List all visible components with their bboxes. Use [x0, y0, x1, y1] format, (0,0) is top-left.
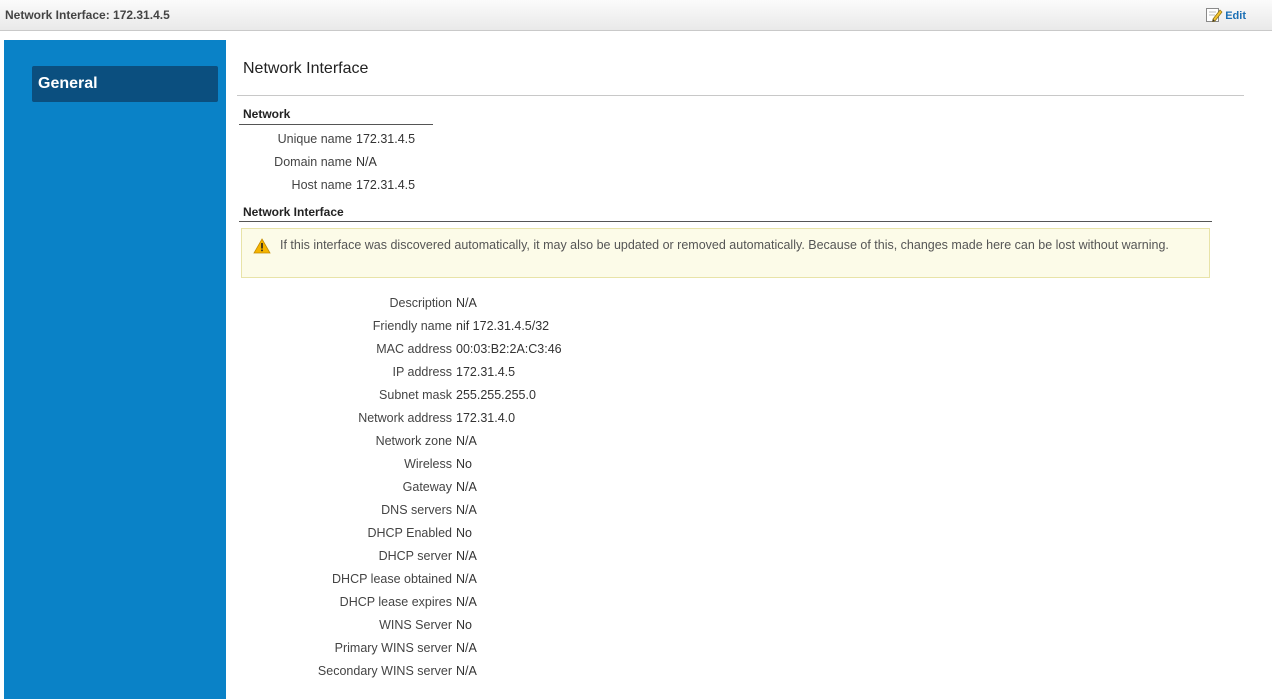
edit-button[interactable]: Edit: [1205, 7, 1246, 25]
field-value: N/A: [456, 503, 477, 517]
field-label: Description: [389, 296, 452, 310]
warning-icon: [253, 238, 271, 254]
warning-message: If this interface was discovered automat…: [280, 238, 1169, 252]
title-bar: Network Interface: 172.31.4.5 Edit: [0, 0, 1272, 31]
field-value: N/A: [456, 434, 477, 448]
field-label: WINS Server: [379, 618, 452, 632]
field-value: No: [456, 618, 472, 632]
field-value: N/A: [456, 549, 477, 563]
field-label: Secondary WINS server: [317, 664, 452, 678]
field-label: Primary WINS server: [334, 641, 452, 655]
field-value: nif 172.31.4.5/32: [456, 319, 550, 333]
sidebar-item-label: General: [38, 75, 98, 92]
field-label: DHCP Enabled: [367, 526, 452, 540]
field-label: IP address: [392, 365, 452, 379]
field-value: No: [456, 457, 472, 471]
field-label: DHCP lease expires: [339, 595, 452, 609]
field-value: 00:03:B2:2A:C3:46: [456, 342, 562, 356]
field-label: Network address: [358, 411, 452, 425]
field-value: N/A: [456, 641, 477, 655]
field-value: N/A: [456, 664, 477, 678]
field-value: No: [456, 526, 472, 540]
section-divider-network-interface: [239, 221, 1212, 222]
field-value: 172.31.4.0: [456, 411, 516, 425]
warning-banner: If this interface was discovered automat…: [241, 228, 1210, 278]
field-label: Network zone: [375, 434, 452, 448]
field-label: MAC address: [376, 342, 452, 356]
field-label: DHCP lease obtained: [332, 572, 452, 586]
edit-label: Edit: [1225, 10, 1246, 22]
field-label: Domain name: [274, 155, 352, 169]
page-title: Network Interface: [243, 60, 369, 77]
section-divider-network: [239, 124, 433, 125]
field-value: N/A: [456, 572, 477, 586]
field-label: Subnet mask: [379, 388, 452, 402]
field-label: Host name: [291, 178, 352, 192]
field-value: N/A: [356, 155, 377, 169]
edit-icon: [1205, 6, 1223, 27]
field-value: 172.31.4.5: [356, 178, 416, 192]
section-title-network: Network: [243, 107, 291, 121]
field-label: Friendly name: [372, 319, 452, 333]
field-label: DNS servers: [381, 503, 452, 517]
field-label: Gateway: [402, 480, 452, 494]
field-label: Unique name: [277, 132, 352, 146]
field-value: N/A: [456, 296, 477, 310]
sidebar-item-general[interactable]: General: [32, 66, 218, 102]
field-value: N/A: [456, 595, 477, 609]
window-title: Network Interface: 172.31.4.5: [5, 8, 170, 22]
field-value: 172.31.4.5: [356, 132, 416, 146]
heading-divider: [237, 95, 1244, 96]
section-title-network-interface: Network Interface: [243, 205, 344, 219]
field-value: 255.255.255.0: [456, 388, 536, 402]
field-value: N/A: [456, 480, 477, 494]
field-value: 172.31.4.5: [456, 365, 516, 379]
field-label: Wireless: [404, 457, 452, 471]
field-label: DHCP server: [378, 549, 452, 563]
